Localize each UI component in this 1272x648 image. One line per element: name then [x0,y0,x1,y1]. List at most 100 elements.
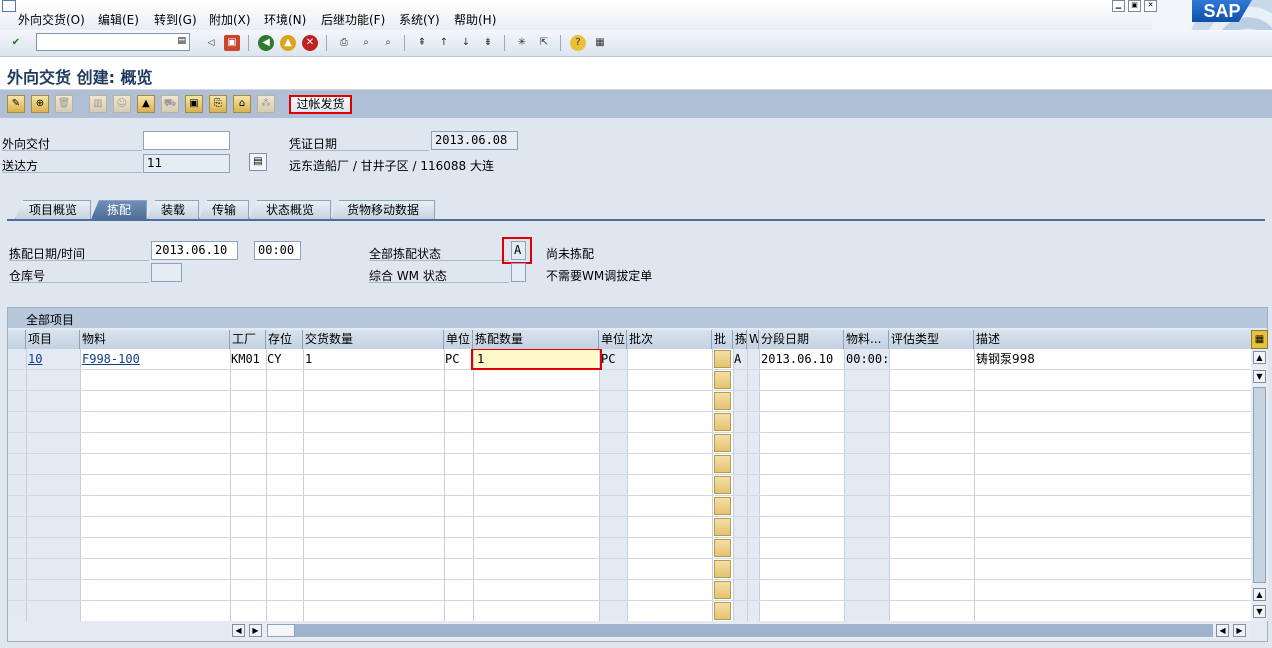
close-icon[interactable]: ✕ [1144,0,1157,12]
select-all-column[interactable] [8,330,26,349]
restore-icon[interactable]: ▣ [1128,0,1141,12]
horizontal-scroll-thumb[interactable] [267,624,295,637]
help-icon[interactable]: ? [570,35,586,51]
layout-menu-icon[interactable]: ▦ [592,35,608,51]
column-wm[interactable]: W [747,330,759,349]
scroll-right-icon[interactable]: ▶ [1233,624,1246,637]
batch-split-button-row-9[interactable] [714,518,731,536]
edit-pencil-icon[interactable]: ✎ [7,95,25,113]
batch-split-button-row-4[interactable] [714,413,731,431]
command-history-icon[interactable]: ▤ [177,36,186,46]
batch-split-button-row-5[interactable] [714,434,731,452]
batch-split-button-row-11[interactable] [714,560,731,578]
menu-extras[interactable]: 附加(X) [209,11,251,28]
batch-split-button-row-12[interactable] [714,581,731,599]
minimize-icon[interactable]: ▁ [1112,0,1125,12]
batch-split-button-row-6[interactable] [714,455,731,473]
row-1-material-time[interactable]: 00:00: [846,349,888,369]
menu-outbound-delivery[interactable]: 外向交货(O) [18,11,85,28]
scroll-down-icon[interactable]: ▼ [1253,605,1266,618]
column-delivery-quantity[interactable]: 交货数量 [303,330,444,349]
column-material-time[interactable]: 物料... [844,330,889,349]
menu-environment[interactable]: 环境(N) [264,11,306,28]
horizontal-scroll-track[interactable] [295,624,1213,637]
batch-split-button-row-7[interactable] [714,476,731,494]
row-1-delivery-quantity[interactable]: 1 [305,349,442,369]
picking-date-field[interactable]: 2013.06.10 [151,241,238,260]
overall-wm-status-field[interactable] [511,263,526,282]
row-1-batch[interactable] [629,349,711,369]
outbound-delivery-field[interactable] [143,131,230,150]
command-field[interactable]: ▤ [36,33,190,51]
document-date-field[interactable]: 2013.06.08 [431,131,518,150]
tab-loading[interactable]: 装载 [147,200,199,219]
shipping-icon[interactable]: ⛟ [161,95,179,113]
delete-icon[interactable]: 🗑 [55,95,73,113]
table-settings-icon[interactable]: ▦ [1251,330,1268,349]
scroll-left-page-icon[interactable]: ◀ [1216,624,1229,637]
collapse-arrow-icon[interactable]: ◁ [203,35,219,51]
vertical-scroll-thumb[interactable] [1253,387,1266,583]
menu-goto[interactable]: 转到(G) [154,11,197,28]
next-page-icon[interactable]: ↓ [458,35,474,51]
enter-check-icon[interactable]: ✔ [8,35,24,51]
post-goods-issue-button[interactable]: 过帐发货 [289,95,352,114]
column-material[interactable]: 物料 [80,330,230,349]
column-staging-date[interactable]: 分段日期 [759,330,844,349]
column-picking-unit[interactable]: 单位 [599,330,627,349]
menu-help[interactable]: 帮助(H) [454,11,496,28]
find-next-icon[interactable]: ⌕ [380,35,396,51]
column-batch-split[interactable]: 批 [712,330,733,349]
batch-split-button-row-13[interactable] [714,602,731,620]
create-session-icon[interactable]: ✳ [514,35,530,51]
sap-gui-icon[interactable] [2,0,16,12]
row-1-valuation-type[interactable] [891,349,973,369]
row-1-description[interactable]: 铸钢泵998 [976,349,1246,369]
warehouse-number-field[interactable] [151,263,182,282]
scroll-right-page-icon[interactable]: ▶ [249,624,262,637]
shortcut-icon[interactable]: ⇱ [536,35,552,51]
menu-edit[interactable]: 编辑(E) [98,11,139,28]
column-description[interactable]: 描述 [974,330,1251,349]
house-icon[interactable]: ⌂ [233,95,251,113]
tab-transport[interactable]: 传输 [199,200,249,219]
print-icon[interactable]: ⎙ [336,35,352,51]
row-1-unit[interactable]: PC [445,349,472,369]
column-valuation-type[interactable]: 评估类型 [889,330,974,349]
last-page-icon[interactable]: ⇟ [480,35,496,51]
column-plant[interactable]: 工厂 [230,330,266,349]
tab-item-overview[interactable]: 项目概览 [15,200,91,219]
previous-page-icon[interactable]: ↑ [436,35,452,51]
column-picking-quantity[interactable]: 拣配数量 [473,330,599,349]
ship-to-field[interactable]: 11 [143,154,230,173]
tab-status-overview[interactable]: 状态概览 [249,200,331,219]
partner-icon[interactable]: ☺ [113,95,131,113]
menu-subsequent-functions[interactable]: 后继功能(F) [321,11,385,28]
column-pick-status[interactable]: 拣 [733,330,747,349]
create-icon[interactable]: ⊕ [31,95,49,113]
row-1-storage-location[interactable]: CY [267,349,301,369]
group-icon[interactable]: ⁂ [257,95,275,113]
tab-goods-movement-data[interactable]: 货物移动数据 [331,200,435,219]
row-1-item[interactable]: 10 [28,349,78,369]
back-icon[interactable]: ◀ [258,35,274,51]
find-icon[interactable]: ⌕ [358,35,374,51]
column-batch[interactable]: 批次 [627,330,712,349]
scroll-up-icon[interactable]: ▲ [1253,351,1266,364]
header-icon[interactable]: ▥ [89,95,107,113]
cancel-icon[interactable]: ✕ [302,35,318,51]
row-1-plant[interactable]: KM01 [231,349,265,369]
batch-split-button-row-2[interactable] [714,371,731,389]
column-item[interactable]: 项目 [26,330,80,349]
save-icon[interactable]: ▣ [224,35,240,51]
row-1-material[interactable]: F998-100 [82,349,228,369]
scroll-page-up-icon[interactable]: ▲ [1253,588,1266,601]
batch-split-button-row-1[interactable] [714,350,731,368]
row-1-staging-date[interactable]: 2013.06.10 [761,349,843,369]
output-icon[interactable]: ⎘ [209,95,227,113]
picking-time-field[interactable]: 00:00 [254,241,301,260]
batch-split-button-row-3[interactable] [714,392,731,410]
column-unit[interactable]: 单位 [444,330,473,349]
menu-system[interactable]: 系统(Y) [399,11,440,28]
first-page-icon[interactable]: ⇞ [414,35,430,51]
